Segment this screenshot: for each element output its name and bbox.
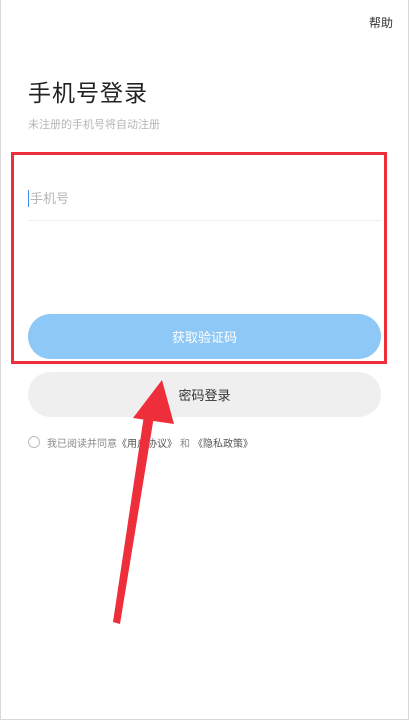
text-cursor [28, 190, 29, 207]
page-subtitle: 未注册的手机号将自动注册 [28, 118, 160, 131]
user-agreement-link[interactable]: 《用户协议》 [117, 435, 177, 450]
agreement-row: 我已阅读并同意 《用户协议》 和 《隐私政策》 [28, 434, 253, 450]
help-link[interactable]: 帮助 [369, 14, 393, 31]
agreement-and-text: 和 [180, 438, 190, 450]
phone-number-input[interactable] [30, 186, 360, 212]
frame-border-left [0, 0, 1, 720]
phone-input-row [28, 180, 381, 221]
privacy-policy-link[interactable]: 《隐私政策》 [193, 435, 253, 450]
login-screen: 帮助 手机号登录 未注册的手机号将自动注册 获取验证码 密码登录 我已阅读并同意… [0, 0, 409, 720]
agreement-prefix-text: 我已阅读并同意 [47, 438, 117, 450]
get-verification-code-button[interactable]: 获取验证码 [28, 314, 381, 359]
annotation-arrow-icon [113, 380, 174, 624]
agreement-checkbox[interactable] [28, 436, 40, 448]
page-title: 手机号登录 [28, 81, 148, 107]
password-login-button[interactable]: 密码登录 [28, 372, 381, 417]
